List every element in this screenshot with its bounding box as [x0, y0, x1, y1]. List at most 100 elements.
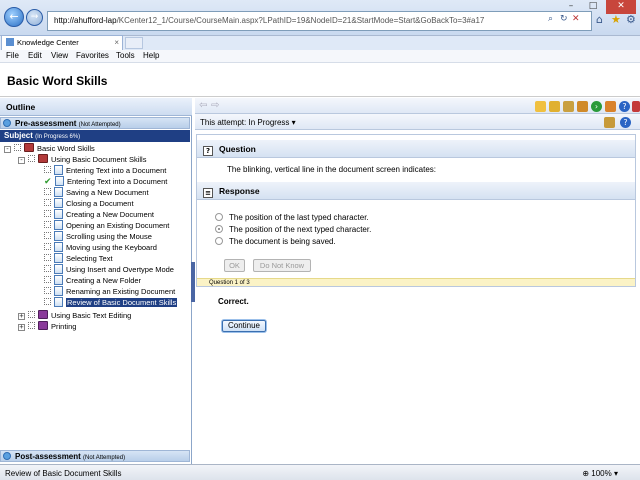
address-bar[interactable]: http://ahufford-lap/KCenter12_1/Course/C…	[47, 11, 592, 31]
progress-box-icon	[44, 287, 51, 294]
help-icon[interactable]: ?	[620, 117, 631, 128]
settings-icon[interactable]	[604, 117, 615, 128]
tree-chapter[interactable]: + Printing	[18, 321, 76, 332]
pre-assessment-label: Pre-assessment	[15, 119, 77, 128]
tree-lesson[interactable]: Closing a Document	[44, 198, 134, 209]
post-assessment-bar[interactable]: Post-assessment (Not Attempted)	[0, 450, 190, 462]
refresh-icon[interactable]: ↻	[560, 14, 568, 24]
page-favicon-icon	[6, 38, 14, 46]
go-icon[interactable]: ›	[591, 101, 602, 112]
back-button[interactable]: ←	[4, 7, 24, 27]
browser-tab[interactable]: Knowledge Center ×	[1, 35, 123, 50]
menu-view[interactable]: View	[51, 51, 68, 60]
next-arrow-icon[interactable]: ⇨	[211, 100, 219, 111]
answer-option-selected[interactable]: The position of the next typed character…	[215, 225, 371, 234]
bookmark-icon[interactable]	[577, 101, 588, 112]
home-icon[interactable]: ⌂	[596, 13, 603, 26]
tree-lesson[interactable]: Entering Text into a Document	[44, 165, 166, 176]
menu-favorites[interactable]: Favorites	[76, 51, 109, 60]
lesson-label: Saving a New Document	[66, 188, 149, 197]
answer-option[interactable]: The position of the last typed character…	[215, 213, 369, 222]
attempt-dropdown[interactable]: In Progress ▾	[248, 118, 295, 127]
collapse-icon[interactable]: -	[18, 157, 25, 164]
menu-tools[interactable]: Tools	[116, 51, 135, 60]
forward-button[interactable]: →	[26, 9, 43, 26]
progress-box-icon	[14, 144, 21, 151]
close-window-button[interactable]: ✕	[606, 0, 636, 14]
expand-circle-icon	[3, 452, 11, 460]
pre-assessment-bar[interactable]: Pre-assessment (Not Attempted)	[0, 117, 190, 129]
url-path: /KCenter12_1/Course/CourseMain.aspx?LPat…	[116, 16, 485, 25]
lesson-page-icon	[54, 286, 63, 296]
favorites-icon[interactable]: ★	[611, 13, 621, 26]
minimize-button[interactable]: –	[560, 0, 582, 14]
tree-lesson[interactable]: Creating a New Document	[44, 209, 154, 220]
search-icon[interactable]: ⌕	[548, 14, 553, 24]
tree-lesson[interactable]: Scrolling using the Mouse	[44, 231, 152, 242]
new-tab-button[interactable]	[125, 37, 143, 49]
tree-chapter-label: Using Basic Document Skills	[51, 155, 147, 164]
radio-button[interactable]	[215, 213, 223, 221]
page-header: Basic Word Skills	[0, 63, 640, 97]
result-message: Correct.	[218, 297, 249, 306]
tree-lesson[interactable]: Opening an Existing Document	[44, 220, 169, 231]
tree-lesson[interactable]: Selecting Text	[44, 253, 113, 264]
menu-file[interactable]: File	[6, 51, 19, 60]
progress-box-icon	[44, 276, 51, 283]
tree-lesson[interactable]: Using Insert and Overtype Mode	[44, 264, 174, 275]
menu-edit[interactable]: Edit	[28, 51, 42, 60]
book-icon	[38, 310, 48, 319]
lesson-label: Creating a New Folder	[66, 276, 142, 285]
lesson-page-icon	[54, 231, 63, 241]
tab-close-icon[interactable]: ×	[114, 38, 119, 47]
do-not-know-button[interactable]: Do Not Know	[253, 259, 311, 272]
subject-label: Subject	[4, 131, 33, 140]
notes-icon[interactable]	[535, 101, 546, 112]
progress-box-icon	[44, 254, 51, 261]
subject-bar[interactable]: Subject (In Progress 6%)	[0, 130, 190, 142]
mail-icon[interactable]	[563, 101, 574, 112]
radio-button[interactable]	[215, 237, 223, 245]
tools-icon[interactable]: ⚙	[626, 13, 636, 26]
question-text: The blinking, vertical line in the docum…	[227, 165, 436, 174]
lesson-label: Scrolling using the Mouse	[66, 232, 152, 241]
tree-lesson[interactable]: Saving a New Document	[44, 187, 149, 198]
help-icon[interactable]: ?	[619, 101, 630, 112]
tree-lesson[interactable]: Renaming an Existing Document	[44, 286, 175, 297]
ok-button[interactable]: OK	[224, 259, 245, 272]
question-area: ? Question The blinking, vertical line in…	[196, 134, 636, 287]
zoom-control[interactable]: ⊕ 100% ▾	[582, 469, 618, 478]
status-text: Review of Basic Document Skills	[5, 469, 122, 478]
answer-option[interactable]: The document is being saved.	[215, 237, 336, 246]
lesson-label: Closing a Document	[66, 199, 134, 208]
radio-button[interactable]	[215, 225, 223, 233]
lesson-page-icon	[54, 198, 63, 208]
tree-lesson[interactable]: Creating a New Folder	[44, 275, 141, 286]
maximize-button[interactable]: □	[582, 0, 604, 14]
tree-lesson[interactable]: ✔ Entering Text into a Document	[44, 176, 167, 187]
lesson-page-icon	[54, 253, 63, 263]
prev-arrow-icon[interactable]: ⇦	[199, 100, 207, 111]
tree-lesson-selected[interactable]: Review of Basic Document Skills	[44, 297, 178, 308]
tree-lesson[interactable]: Moving using the Keyboard	[44, 242, 157, 253]
expand-icon[interactable]: +	[18, 324, 25, 331]
continue-button[interactable]: Continue	[222, 320, 266, 332]
lesson-page-icon	[54, 264, 63, 274]
tree-chapter[interactable]: + Using Basic Text Editing	[18, 310, 131, 321]
stop-icon[interactable]: ✕	[572, 14, 580, 24]
tree-root[interactable]: - Basic Word Skills	[4, 143, 95, 154]
attempt-label: This attempt:	[200, 118, 247, 127]
content-toolbar: ⇦ ⇨ › ?	[195, 98, 640, 114]
collapse-icon[interactable]: -	[4, 146, 11, 153]
tree-chapter[interactable]: - Using Basic Document Skills	[18, 154, 146, 165]
lesson-page-icon	[55, 176, 64, 186]
progress-box-icon	[44, 298, 51, 305]
chat-icon[interactable]	[549, 101, 560, 112]
expand-icon[interactable]: +	[18, 313, 25, 320]
subject-status: (In Progress 6%)	[35, 134, 81, 140]
exit-icon[interactable]	[632, 101, 640, 112]
post-assessment-label: Post-assessment	[15, 452, 81, 461]
progress-box-icon	[44, 188, 51, 195]
menu-help[interactable]: Help	[143, 51, 159, 60]
home-page-icon[interactable]	[605, 101, 616, 112]
